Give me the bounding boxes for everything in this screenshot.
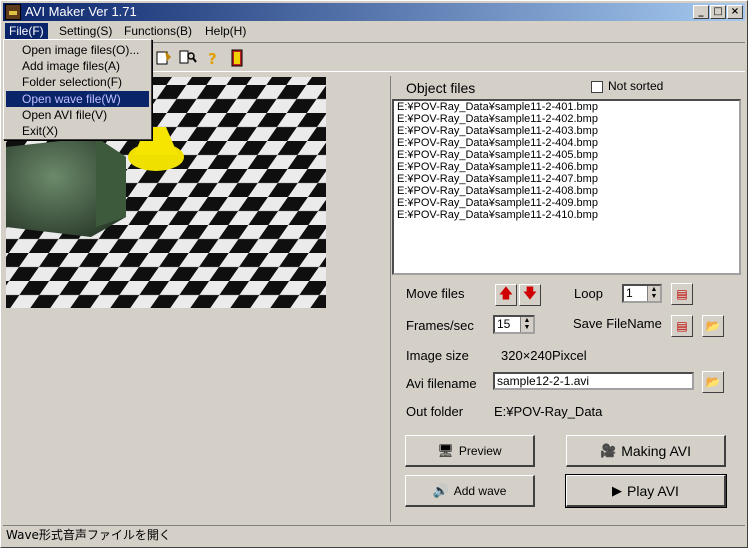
preview-button-label: Preview [458, 443, 502, 458]
file-edit-icon: ▤ [676, 287, 688, 301]
menu-help[interactable]: Help(H) [201, 23, 250, 40]
menu-bar: File(F) Setting(S) Functions(B) Help(H) [3, 22, 745, 40]
avi-filename-input[interactable]: sample12-2-1.avi [493, 372, 694, 390]
loop-value: 1 [626, 286, 633, 300]
help-icon[interactable]: ? [201, 47, 223, 69]
play-avi-button[interactable]: ▶ Play AVI [565, 474, 727, 508]
file-edit-icon: ▤ [676, 319, 688, 333]
svg-text:?: ? [208, 50, 217, 67]
spinner-arrows[interactable]: ▲ ▼ [647, 286, 660, 301]
arrow-down-icon: 🡇 [522, 286, 538, 302]
save-filename-label: Save FileName [573, 316, 662, 331]
wizard-icon[interactable] [153, 47, 175, 69]
file-menu-dropdown: Open image files(O)... Add image files(A… [3, 39, 152, 140]
sound-icon: 🔊 [432, 482, 449, 498]
not-sorted-checkbox[interactable] [591, 81, 603, 93]
making-avi-button[interactable]: 🎥 Making AVI [566, 435, 726, 467]
app-icon [5, 4, 21, 20]
menu-item-open-avi-file[interactable]: Open AVI file(V) [6, 107, 149, 123]
list-item[interactable]: E:¥POV-Ray_Data¥sample11-2-406.bmp [397, 161, 736, 173]
save-filename-button[interactable]: ▤ [671, 315, 693, 337]
move-down-button[interactable]: 🡇 [519, 284, 541, 306]
exit-door-icon[interactable] [226, 47, 248, 69]
spinner-arrows[interactable]: ▲ ▼ [520, 317, 533, 332]
list-item[interactable]: E:¥POV-Ray_Data¥sample11-2-404.bmp [397, 137, 736, 149]
list-item[interactable]: E:¥POV-Ray_Data¥sample11-2-409.bmp [397, 197, 736, 209]
not-sorted-label: Not sorted [608, 79, 664, 93]
play-icon: ▶ [612, 482, 623, 498]
object-files-list[interactable]: E:¥POV-Ray_Data¥sample11-2-401.bmp E:¥PO… [392, 99, 741, 275]
frames-per-sec-label: Frames/sec [406, 318, 474, 333]
image-size-label: Image size [406, 348, 469, 363]
menu-setting[interactable]: Setting(S) [55, 23, 116, 40]
list-item[interactable]: E:¥POV-Ray_Data¥sample11-2-403.bmp [397, 125, 736, 137]
menu-file[interactable]: File(F) [5, 23, 48, 40]
list-item[interactable]: E:¥POV-Ray_Data¥sample11-2-407.bmp [397, 173, 736, 185]
add-wave-button[interactable]: 🔊 Add wave [405, 475, 535, 507]
list-item[interactable]: E:¥POV-Ray_Data¥sample11-2-405.bmp [397, 149, 736, 161]
list-item[interactable]: E:¥POV-Ray_Data¥sample11-2-402.bmp [397, 113, 736, 125]
out-folder-label: Out folder [406, 404, 464, 419]
play-avi-button-label: Play AVI [627, 482, 679, 499]
frames-value: 15 [497, 317, 511, 331]
loop-spinner[interactable]: 1 ▲ ▼ [622, 284, 662, 303]
loop-file-button[interactable]: ▤ [671, 283, 693, 305]
title-bar[interactable]: AVI Maker Ver 1.71 _ □ × [3, 3, 745, 21]
out-folder-value: E:¥POV-Ray_Data [494, 404, 603, 419]
maximize-button[interactable]: □ [710, 5, 726, 19]
folder-icon: 📂 [705, 375, 721, 389]
menu-item-open-image-files[interactable]: Open image files(O)... [6, 42, 149, 58]
frames-spinner[interactable]: 15 ▲ ▼ [493, 315, 535, 334]
avi-filename-label: Avi filename [406, 376, 477, 391]
list-item[interactable]: E:¥POV-Ray_Data¥sample11-2-408.bmp [397, 185, 736, 197]
folder-icon: 📂 [705, 319, 721, 333]
move-up-button[interactable]: 🡅 [495, 284, 517, 306]
add-wave-button-label: Add wave [453, 483, 507, 498]
minimize-button[interactable]: _ [693, 5, 709, 19]
camera-icon: 🎥 [600, 442, 617, 458]
list-item[interactable]: E:¥POV-Ray_Data¥sample11-2-401.bmp [397, 101, 736, 113]
move-files-label: Move files [406, 286, 465, 301]
list-item[interactable]: E:¥POV-Ray_Data¥sample11-2-410.bmp [397, 209, 736, 221]
close-button[interactable]: × [727, 5, 743, 19]
menu-item-exit[interactable]: Exit(X) [6, 123, 149, 139]
loop-label: Loop [574, 286, 603, 301]
menu-functions[interactable]: Functions(B) [120, 23, 196, 40]
image-size-value: 320×240Pixcel [501, 348, 587, 363]
open-folder-button[interactable]: 📂 [702, 315, 724, 337]
arrow-up-icon: 🡅 [498, 286, 514, 302]
preview-button[interactable]: 🖥 Preview [405, 435, 535, 467]
menu-item-folder-selection[interactable]: Folder selection(F) [6, 74, 149, 90]
menu-item-open-wave-file[interactable]: Open wave file(W) [6, 91, 149, 107]
object-files-label: Object files [406, 80, 476, 96]
find-icon[interactable] [177, 47, 199, 69]
window-title: AVI Maker Ver 1.71 [25, 4, 137, 19]
avi-folder-button[interactable]: 📂 [702, 371, 724, 393]
monitor-icon: 🖥 [437, 442, 454, 458]
menu-item-add-image-files[interactable]: Add image files(A) [6, 58, 149, 74]
making-avi-button-label: Making AVI [621, 442, 691, 459]
status-bar: Wave形式音声ファイルを開く [3, 525, 745, 545]
